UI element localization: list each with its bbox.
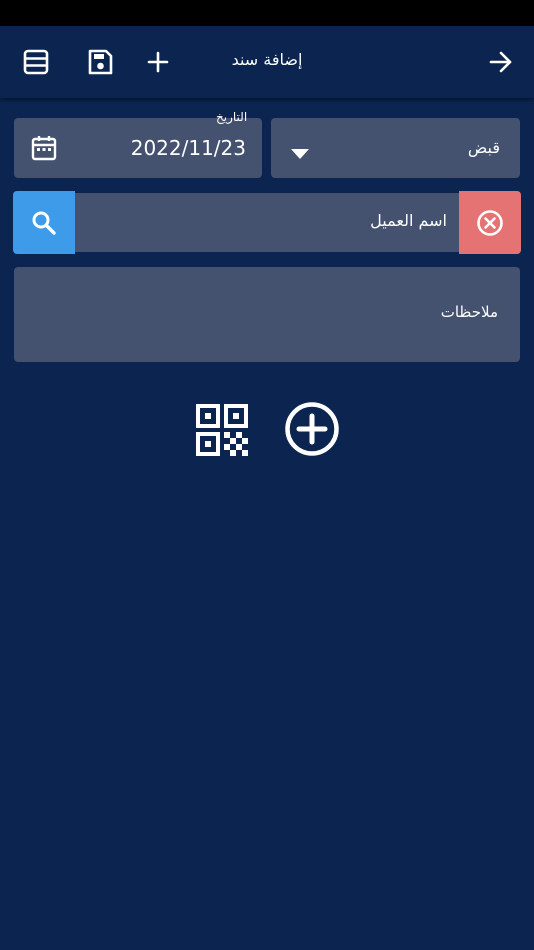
add-item-button[interactable] (284, 401, 340, 457)
list-button[interactable] (18, 44, 54, 80)
date-value: 2022/11/23 (130, 136, 246, 160)
app-bar: إضافة سند (0, 26, 534, 98)
add-button[interactable] (140, 44, 176, 80)
qr-code-icon (196, 404, 248, 456)
date-label: التاريخ (216, 110, 248, 124)
plus-icon (147, 51, 169, 73)
caret-down-icon (291, 149, 309, 159)
notes-field[interactable]: ملاحظات (14, 267, 520, 362)
page-title: إضافة سند (231, 50, 303, 69)
save-icon (88, 49, 113, 75)
clear-customer-button[interactable] (459, 191, 521, 254)
add-circle-icon (285, 402, 339, 456)
back-button[interactable] (483, 44, 519, 80)
date-field[interactable]: 2022/11/23 (14, 118, 262, 178)
search-icon (32, 211, 56, 235)
arrow-right-icon (489, 51, 512, 73)
notes-placeholder: ملاحظات (440, 303, 498, 321)
customer-name-value: اسم العميل (370, 211, 447, 230)
close-circle-icon (477, 209, 503, 236)
customer-search-row: اسم العميل (13, 191, 521, 254)
search-button[interactable] (13, 191, 75, 254)
save-button[interactable] (82, 44, 118, 80)
voucher-type-select[interactable]: قبض (271, 118, 520, 178)
status-bar (0, 0, 534, 26)
calendar-icon (31, 136, 57, 161)
qr-scan-button[interactable] (196, 404, 248, 456)
customer-name-field[interactable]: اسم العميل (75, 193, 459, 252)
list-icon (23, 49, 49, 75)
calendar-button[interactable] (30, 134, 58, 166)
voucher-type-value: قبض (467, 138, 500, 157)
dropdown-caret (291, 144, 309, 163)
